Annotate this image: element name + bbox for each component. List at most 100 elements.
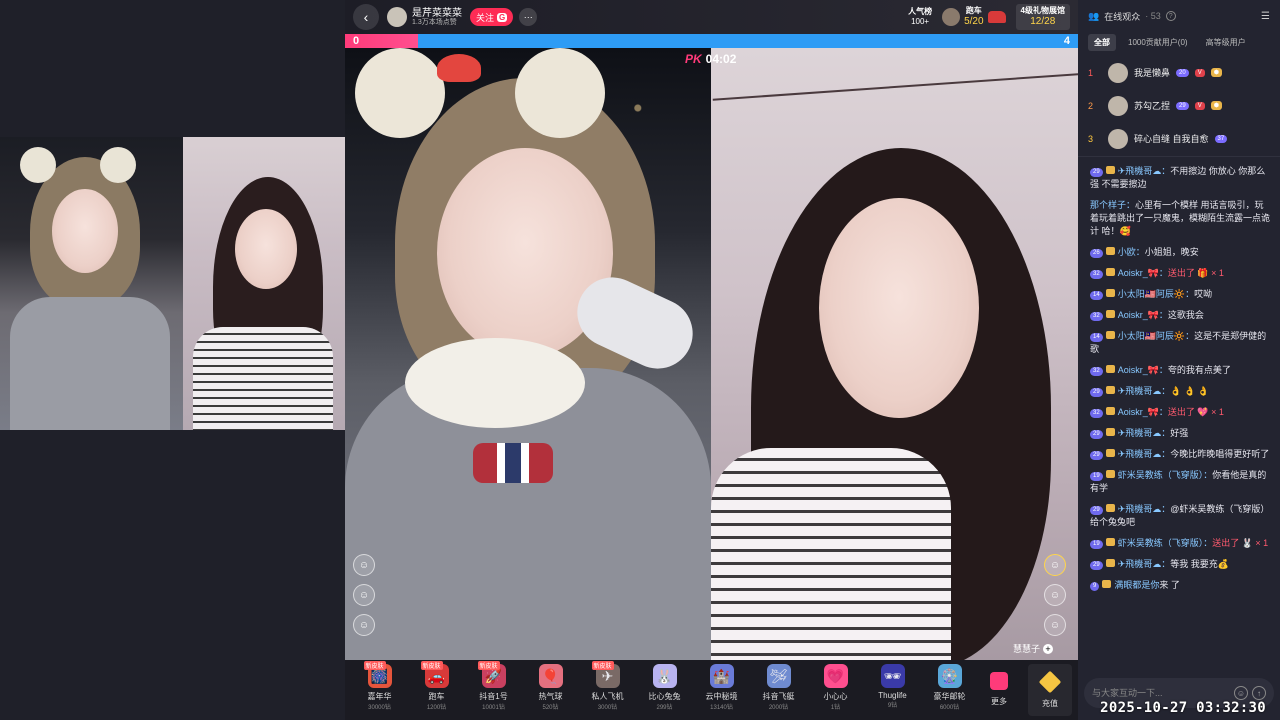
chat-username[interactable]: 满眼都是你 — [1114, 580, 1159, 590]
collapse-menu-icon[interactable]: ☰ — [1261, 11, 1270, 22]
chat-text: 小姐姐，晚安 — [1144, 247, 1199, 257]
anchor-info[interactable]: 是芹菜菜菜 1.3万本场点赞 — [387, 7, 462, 27]
avatar[interactable] — [1108, 62, 1128, 83]
rank-row[interactable]: 2 苏勾乙捏 29 V ⬢ — [1088, 89, 1270, 122]
chat-list[interactable]: 29 ✈飛機哥☁：不用擦边 你放心 你那么强 不需要擦边 那个样子：心里有一个模样 … — [1078, 156, 1280, 672]
chat-username[interactable]: ✈飛機哥☁： — [1118, 559, 1171, 569]
level-badge: 29 — [1090, 168, 1103, 177]
chat-username[interactable]: ✈飛機哥☁： — [1118, 386, 1171, 396]
chat-message[interactable]: 32 Aoiskr_🎀：送出了 🎁 × 1 — [1090, 267, 1270, 280]
chat-message[interactable]: 14 小太阳🇲🇾阿辰🔆：哎呦 — [1090, 288, 1270, 301]
recharge-button[interactable]: 充值 — [1028, 664, 1072, 716]
right-host-tag[interactable]: 慧慧子 + — [1013, 642, 1054, 655]
car-progress[interactable]: 跑车 5/20 — [942, 6, 1006, 28]
chat-username[interactable]: Aoiskr_🎀： — [1118, 407, 1168, 417]
chat-username[interactable]: Aoiskr_🎀： — [1118, 268, 1168, 278]
gift-notice: 送出了 🐰 × 1 — [1212, 538, 1269, 548]
gift-item[interactable]: 🐰 比心兔兔 299钻 — [636, 664, 693, 711]
follow-plus-icon[interactable]: + — [1043, 643, 1054, 654]
chat-message[interactable]: 29 ✈飛機哥☁：👌 👌 👌 — [1090, 385, 1270, 398]
fan-club-icon — [1105, 559, 1115, 567]
chat-message[interactable]: 14 小太阳🇲🇾阿辰🔆：这是不是郑伊健的歌 — [1090, 330, 1270, 356]
audience-tab[interactable]: 全部 — [1088, 33, 1116, 51]
gift-price: 1200钻 — [426, 705, 447, 711]
gift-name: 私人飞机 — [591, 692, 624, 701]
gift-item[interactable]: 🎡 豪华邮轮 6000钻 — [921, 664, 978, 711]
gift-item[interactable]: 🏰 云中秘境 13140钻 — [693, 664, 750, 711]
gift-item[interactable]: 🎈 热气球 520钻 — [522, 664, 579, 711]
gift-item[interactable]: 🚀 新皮肤 抖音1号 10001钻 — [465, 661, 522, 711]
viewer-slot-icon[interactable]: ☺ — [353, 584, 375, 606]
more-button[interactable]: ··· — [519, 8, 538, 26]
follow-button[interactable]: 关注 G — [470, 8, 514, 26]
top-viewer-avatar[interactable]: ☺ — [1044, 554, 1066, 576]
gift-box-icon — [990, 672, 1008, 690]
rank-row[interactable]: 3 碎心自缝 自我自愈 37 — [1088, 122, 1270, 155]
popularity-rank[interactable]: 人气榜 100+ — [908, 7, 932, 26]
chat-message[interactable]: 32 Aoiskr_🎀：这歌我会 — [1090, 309, 1270, 322]
chat-message[interactable]: 29 ✈飛機哥☁：@虾米吴教练（飞穿版） 给个兔兔吧 — [1090, 503, 1270, 529]
chat-username[interactable]: ✈飛機哥☁： — [1118, 504, 1171, 514]
fan-club-icon — [1105, 166, 1115, 174]
level-badge: 26 — [1090, 249, 1103, 258]
preview-window[interactable] — [0, 137, 345, 430]
info-icon[interactable]: ? — [1165, 11, 1176, 21]
new-skin-badge: 新皮肤 — [363, 661, 386, 670]
chat-message[interactable]: 19 虾米吴教练（飞穿版）：送出了 🐰 × 1 — [1090, 537, 1270, 550]
chat-username[interactable]: 虾米吴教练（飞穿版）： — [1118, 538, 1213, 548]
avatar[interactable] — [1108, 95, 1128, 116]
audience-tab[interactable]: 高等级用户 — [1200, 34, 1252, 51]
chat-input[interactable] — [1092, 688, 1230, 698]
audience-tab[interactable]: 1000贡献用户(0) — [1122, 34, 1194, 51]
gift-item[interactable]: ✈ 新皮肤 私人飞机 3000钻 — [579, 661, 636, 711]
right-host-name: 慧慧子 — [1013, 644, 1041, 654]
gift-item[interactable]: 🛩 抖音飞艇 2000钻 — [750, 664, 807, 711]
gift-wall[interactable]: 4级礼物展馆 12/28 — [1015, 4, 1070, 30]
avatar[interactable] — [1108, 128, 1128, 149]
viewer-slot-icon[interactable]: ☺ — [1044, 584, 1066, 606]
anchor-avatar[interactable] — [387, 7, 407, 27]
gift-name: 豪华邮轮 — [933, 692, 966, 701]
gift-item[interactable]: 🕶 Thuglife 9钻 — [864, 664, 921, 709]
pk-video-left[interactable]: ☺ ☺ ☺ — [345, 48, 711, 660]
viewer-slot-icon[interactable]: ☺ — [1044, 614, 1066, 636]
chat-message[interactable]: 32 Aoiskr_🎀：夸的我有点美了 — [1090, 364, 1270, 377]
anchor-likes: 1.3万本场点赞 — [412, 18, 457, 26]
viewer-slot-icon[interactable]: ☺ — [353, 614, 375, 636]
car-label: 跑车 — [965, 6, 982, 16]
chat-username[interactable]: ✈飛機哥☁： — [1118, 166, 1171, 176]
chat-message[interactable]: 19 虾米吴教练（飞穿版）：你看他是真的有学 — [1090, 469, 1270, 495]
viewer-slot-icon[interactable]: ☺ — [353, 554, 375, 576]
level-badge: 29 — [1090, 506, 1103, 515]
send-icon[interactable]: ↑ — [1252, 686, 1266, 700]
emoji-icon[interactable]: ☺ — [1234, 686, 1248, 700]
gift-item[interactable]: 🚗 新皮肤 跑车 1200钻 — [408, 661, 465, 711]
gift-item[interactable]: 🎆 新皮肤 嘉年华 30000钻 — [351, 661, 408, 711]
chat-message[interactable]: 29 ✈飛機哥☁：好强 — [1090, 427, 1270, 440]
chat-message[interactable]: 32 Aoiskr_🎀：送出了 💖 × 1 — [1090, 406, 1270, 419]
gift-item[interactable]: 💗 小心心 1钻 — [807, 664, 864, 711]
pk-video-right[interactable]: ☺ ☺ ☺ — [711, 48, 1078, 660]
chat-username[interactable]: 虾米吴教练（飞穿版）： — [1118, 470, 1213, 480]
fan-club-icon — [1105, 310, 1115, 318]
chat-username[interactable]: ✈飛機哥☁： — [1118, 449, 1171, 459]
fan-club-icon — [1105, 331, 1115, 339]
chat-username[interactable]: ✈飛機哥☁： — [1118, 428, 1171, 438]
rank-row[interactable]: 1 我是懒鼻 20 V ⬢ — [1088, 56, 1270, 89]
chat-message[interactable]: 那个样子：心里有一个模样 用话言吸引，玩着玩着跳出了一只魔鬼，模糊陌生流露一点诡… — [1090, 199, 1270, 238]
chat-message[interactable]: 29 ✈飛機哥☁：等我 我要充💰 — [1090, 558, 1270, 571]
chat-username[interactable]: 小太阳🇲🇾阿辰🔆： — [1118, 289, 1194, 299]
chat-username[interactable]: 小欧： — [1118, 247, 1145, 257]
giftwall-value: 12/28 — [1030, 15, 1056, 27]
chat-username[interactable]: Aoiskr_🎀： — [1118, 310, 1168, 320]
chat-message[interactable]: 26 小欧：小姐姐，晚安 — [1090, 246, 1270, 259]
chat-message[interactable]: 29 ✈飛機哥☁：不用擦边 你放心 你那么强 不需要擦边 — [1090, 165, 1270, 191]
more-gifts-button[interactable]: 更多 — [982, 664, 1016, 707]
chat-username[interactable]: Aoiskr_🎀： — [1118, 365, 1168, 375]
chat-message[interactable]: 9 满眼都是你来 了 — [1090, 579, 1270, 592]
chat-username[interactable]: 那个样子： — [1090, 200, 1135, 210]
popularity-value: 100+ — [911, 17, 930, 26]
chat-username[interactable]: 小太阳🇲🇾阿辰🔆： — [1118, 331, 1194, 341]
back-button[interactable]: ‹ — [353, 4, 379, 30]
chat-message[interactable]: 29 ✈飛機哥☁：今晚比昨晚唱得更好听了 — [1090, 448, 1270, 461]
